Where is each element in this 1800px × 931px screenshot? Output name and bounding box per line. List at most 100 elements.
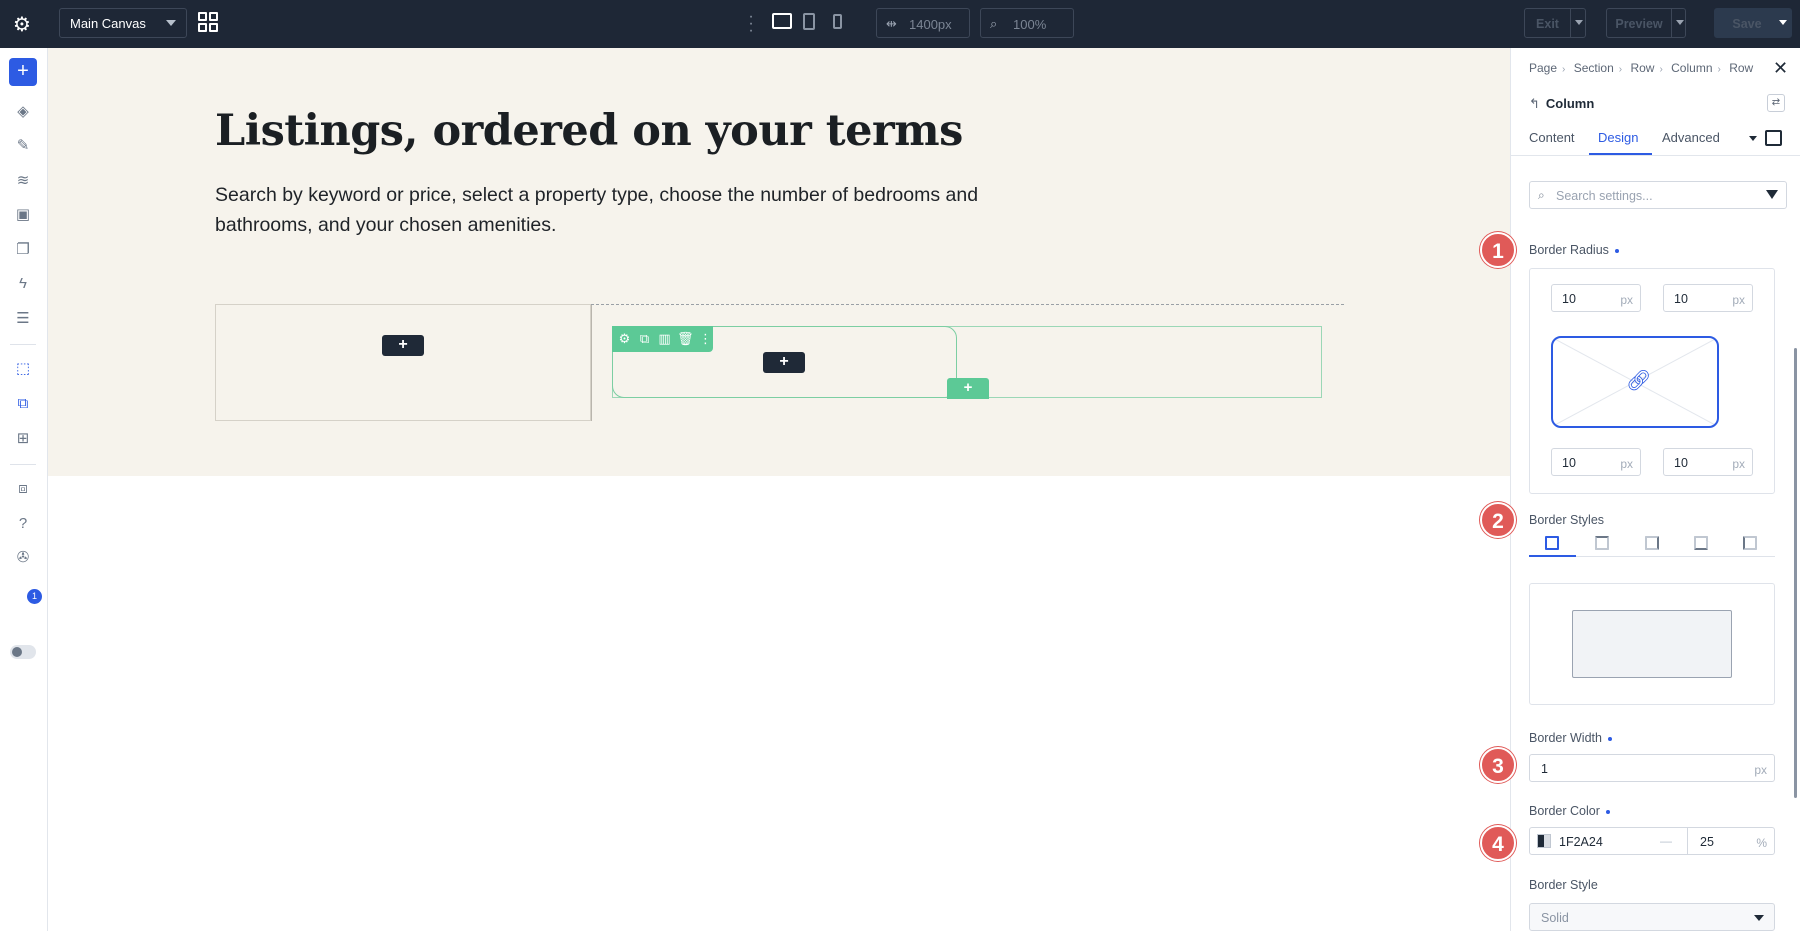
callout-marker-4: 4 xyxy=(1480,825,1516,861)
multi-select-icon[interactable]: ⧉ xyxy=(12,393,34,415)
border-all-sides-icon[interactable] xyxy=(1545,536,1559,550)
breadcrumb: Page › Section › Row › Column › Row xyxy=(1529,61,1754,75)
border-preview-box xyxy=(1572,610,1732,678)
border-width-label: Border Width xyxy=(1529,731,1612,745)
layouts-grid-icon[interactable] xyxy=(198,12,218,32)
link-icon[interactable]: 🔗︎ xyxy=(1626,371,1651,391)
tablet-view-icon[interactable] xyxy=(803,13,815,30)
column-layout-icon[interactable]: ▥ xyxy=(657,331,672,347)
save-dropdown-caret-icon[interactable] xyxy=(1779,20,1787,25)
radius-bottom-right-input[interactable]: 10 px xyxy=(1663,448,1753,476)
add-module-button-left[interactable]: + xyxy=(382,335,424,356)
phone-view-icon[interactable] xyxy=(833,14,842,29)
color-opacity-value[interactable]: 25 xyxy=(1700,835,1714,849)
global-elements-icon[interactable]: ⊞ xyxy=(12,428,34,450)
library-icon[interactable]: ⧈ xyxy=(12,478,34,500)
add-module-button-column[interactable]: + xyxy=(763,352,805,373)
add-column-button[interactable]: + xyxy=(947,378,989,399)
radius-top-left-input[interactable]: 10 px xyxy=(1551,284,1641,312)
width-arrows-icon: ⇹ xyxy=(886,16,897,31)
theme-toggle[interactable] xyxy=(10,645,36,659)
radius-top-right-input[interactable]: 10 px xyxy=(1663,284,1753,312)
filter-icon[interactable] xyxy=(1766,190,1778,199)
search-placeholder: Search settings... xyxy=(1556,189,1653,203)
tab-design[interactable]: Design xyxy=(1598,130,1638,145)
style-guide-icon[interactable]: ✎ xyxy=(12,135,34,157)
tabs-dropdown-caret-icon[interactable] xyxy=(1749,136,1757,141)
list-settings-icon[interactable]: ☰ xyxy=(12,308,34,330)
breadcrumb-item[interactable]: Page xyxy=(1529,61,1557,75)
column-settings-gear-icon[interactable]: ⚙ xyxy=(617,331,632,347)
border-bottom-icon[interactable] xyxy=(1694,536,1708,550)
column-duplicate-icon[interactable]: ⧉ xyxy=(637,331,652,347)
settings-search-input[interactable]: ⌕ Search settings... xyxy=(1529,181,1787,209)
column-more-icon[interactable]: ⋮ xyxy=(698,331,713,347)
column-delete-trash-icon[interactable]: 🗑 xyxy=(677,331,694,347)
tab-content[interactable]: Content xyxy=(1529,130,1575,145)
column-left[interactable] xyxy=(215,304,591,421)
preview-dropdown-caret-icon[interactable] xyxy=(1676,20,1684,25)
close-icon[interactable]: ✕ xyxy=(1773,58,1788,79)
desktop-view-icon[interactable] xyxy=(772,13,792,29)
help-icon[interactable]: ? xyxy=(12,513,34,535)
border-style-select[interactable]: Solid xyxy=(1529,903,1775,931)
exit-button[interactable]: Exit xyxy=(1524,8,1586,38)
border-side-tabs xyxy=(1529,532,1775,557)
layers-icon[interactable]: ◈ xyxy=(12,101,34,123)
breadcrumb-item[interactable]: Column xyxy=(1671,61,1712,75)
element-name: Column xyxy=(1545,96,1595,111)
chevron-down-icon xyxy=(1754,915,1764,921)
interactions-bolt-icon[interactable]: ϟ xyxy=(12,273,34,295)
announcements-icon[interactable]: ✇ xyxy=(12,547,34,569)
frame-view-icon[interactable] xyxy=(1765,130,1782,146)
border-right-icon[interactable] xyxy=(1645,536,1659,550)
notification-badge: 1 xyxy=(27,589,42,604)
border-left-icon[interactable] xyxy=(1743,536,1757,550)
panel-options-icon[interactable]: ⇄ xyxy=(1767,94,1785,112)
column-toolbar: ⚙ ⧉ ▥ 🗑 ⋮ xyxy=(612,326,713,352)
breadcrumb-item[interactable]: Row xyxy=(1630,61,1654,75)
save-button-label: Save xyxy=(1732,17,1762,31)
element-title[interactable]: ↰ Column xyxy=(1529,96,1594,112)
zoom-field[interactable]: ⌕ 100% xyxy=(980,8,1074,38)
pages-icon[interactable]: ❐ xyxy=(12,239,34,261)
border-style-label: Border Style xyxy=(1529,878,1598,892)
row-outline xyxy=(591,304,1344,305)
border-style-preview xyxy=(1529,583,1775,705)
breadcrumb-item[interactable]: Row xyxy=(1729,61,1753,75)
hero-section[interactable]: Listings, ordered on your terms Search b… xyxy=(48,48,1510,476)
radius-link-preview[interactable]: 🔗︎ xyxy=(1551,336,1719,428)
exit-button-label: Exit xyxy=(1536,17,1559,31)
back-arrow-icon[interactable]: ↰ xyxy=(1529,96,1540,111)
top-toolbar: ⚙ Main Canvas · · · ⇹ 1400px ⌕ 100% Exit P… xyxy=(0,0,1800,48)
tab-advanced[interactable]: Advanced xyxy=(1662,130,1720,145)
select-element-icon[interactable]: ⬚ xyxy=(12,358,34,380)
chevron-down-icon xyxy=(166,20,176,26)
settings-gear-icon[interactable]: ⚙ xyxy=(8,10,36,38)
preview-button[interactable]: Preview xyxy=(1606,8,1686,38)
database-icon[interactable]: ≋ xyxy=(12,170,34,192)
border-styles-label: Border Styles xyxy=(1529,513,1605,527)
zoom-value: 100% xyxy=(1013,17,1047,32)
radius-bottom-left-input[interactable]: 10 px xyxy=(1551,448,1641,476)
canvas-width-field[interactable]: ⇹ 1400px xyxy=(876,8,970,38)
callout-marker-2: 2 xyxy=(1480,502,1516,538)
panel-scrollbar[interactable] xyxy=(1794,348,1797,798)
border-color-label: Border Color xyxy=(1529,804,1610,818)
exit-dropdown-caret-icon[interactable] xyxy=(1575,20,1583,25)
border-top-icon[interactable] xyxy=(1595,536,1609,550)
canvas-select-value: Main Canvas xyxy=(70,16,146,31)
border-radius-label: Border Radius xyxy=(1529,243,1619,257)
save-button[interactable]: Save xyxy=(1714,8,1792,38)
left-sidebar: + ◈ ✎ ≋ ▣ ❐ ϟ ☰ ⬚ ⧉ ⊞ ⧈ ? ✇ 1 xyxy=(0,48,48,931)
page-lead-text: Search by keyword or price, select a pro… xyxy=(215,184,979,236)
canvas-select[interactable]: Main Canvas xyxy=(59,8,187,38)
color-swatch[interactable] xyxy=(1537,834,1551,848)
more-vertical-icon[interactable]: · · · xyxy=(748,9,754,39)
canvas-width-value: 1400px xyxy=(909,17,952,32)
components-icon[interactable]: ▣ xyxy=(12,204,34,226)
add-element-button[interactable]: + xyxy=(9,58,37,86)
breadcrumb-item[interactable]: Section xyxy=(1574,61,1614,75)
border-color-input[interactable]: 1F2A24 — 25 % xyxy=(1529,827,1775,855)
border-width-input[interactable]: 1 px xyxy=(1529,754,1775,782)
